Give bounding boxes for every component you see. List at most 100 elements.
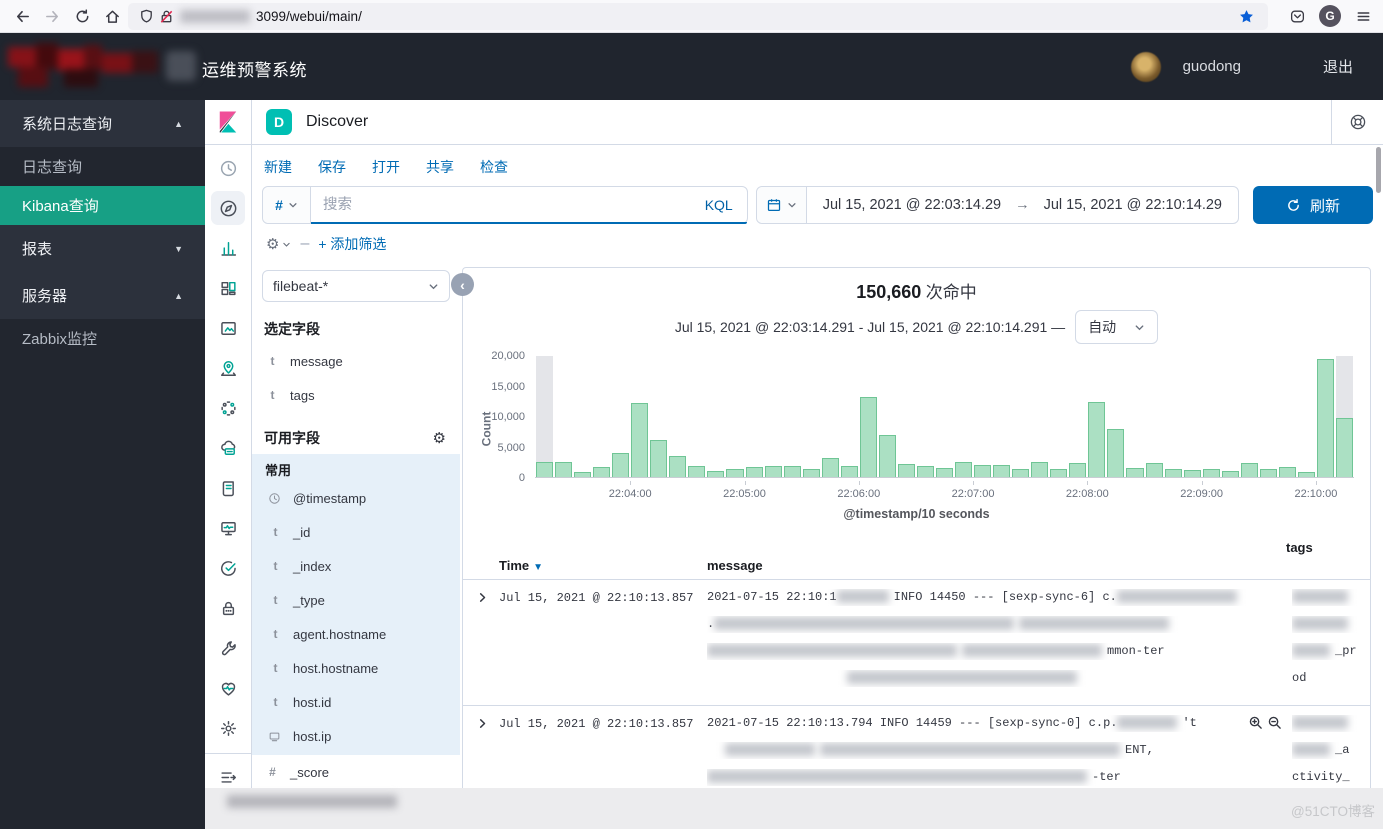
histogram-bar[interactable]: [1240, 356, 1259, 477]
histogram-bar[interactable]: [1259, 356, 1278, 477]
histogram-bar[interactable]: [535, 356, 554, 477]
monitoring-heartbeat-icon[interactable]: [211, 671, 245, 705]
filter-for-value-icon[interactable]: [1248, 715, 1263, 730]
histogram-bar[interactable]: [1164, 356, 1183, 477]
field-item-_score[interactable]: #_score: [262, 755, 450, 789]
sidebar-item-Kibana查询[interactable]: Kibana查询: [0, 186, 205, 225]
sidebar-item-Zabbix监控[interactable]: Zabbix监控: [0, 319, 205, 358]
sidebar-item-服务器[interactable]: 服务器▲: [0, 272, 205, 319]
histogram-bar[interactable]: [1068, 356, 1087, 477]
field-item-host.ip[interactable]: host.ip: [265, 719, 450, 753]
histogram-bar[interactable]: [1335, 356, 1354, 477]
discover-space-badge[interactable]: D: [266, 109, 292, 135]
field-item-agent.hostname[interactable]: tagent.hostname: [265, 617, 450, 651]
histogram-bar[interactable]: [783, 356, 802, 477]
url-text[interactable]: 3099/webui/main/: [256, 9, 362, 24]
dashboard-icon[interactable]: [211, 271, 245, 305]
histogram-bar[interactable]: [821, 356, 840, 477]
histogram-bar[interactable]: [668, 356, 687, 477]
sort-desc-icon[interactable]: ▼: [533, 562, 543, 573]
field-item-@timestamp[interactable]: @timestamp: [265, 481, 450, 515]
kibana-logo[interactable]: [205, 100, 252, 144]
browser-account-avatar[interactable]: G: [1319, 5, 1341, 27]
insecure-lock-icon[interactable]: [156, 4, 176, 30]
apm-monitor-icon[interactable]: [211, 511, 245, 545]
field-item-message[interactable]: tmessage: [262, 344, 450, 378]
canvas-icon[interactable]: [211, 311, 245, 345]
field-item-host.id[interactable]: thost.id: [265, 685, 450, 719]
devtools-wrench-icon[interactable]: [211, 631, 245, 665]
reload-icon[interactable]: [68, 3, 96, 29]
scrollbar-thumb[interactable]: [1376, 147, 1381, 193]
histogram-bar[interactable]: [1221, 356, 1240, 477]
column-header-time[interactable]: Time▼: [499, 534, 707, 579]
histogram-bar[interactable]: [1316, 356, 1335, 477]
help-icon[interactable]: [1331, 100, 1383, 144]
management-gear-icon[interactable]: [211, 711, 245, 745]
index-pattern-select[interactable]: filebeat-*: [262, 270, 450, 302]
histogram-bar[interactable]: [954, 356, 973, 477]
histogram-bar[interactable]: [840, 356, 859, 477]
histogram-bar[interactable]: [1030, 356, 1049, 477]
clock-icon[interactable]: [211, 151, 245, 185]
histogram-bar[interactable]: [859, 356, 878, 477]
share-button[interactable]: 共享: [426, 157, 454, 177]
histogram-bar[interactable]: [725, 356, 744, 477]
user-avatar[interactable]: [1131, 52, 1161, 82]
date-from[interactable]: Jul 15, 2021 @ 22:03:14.29: [823, 197, 1001, 213]
tracking-shield-icon[interactable]: [136, 4, 156, 30]
histogram-bar[interactable]: [973, 356, 992, 477]
histogram-bar[interactable]: [687, 356, 706, 477]
histogram-bar[interactable]: [897, 356, 916, 477]
refresh-button[interactable]: 刷新: [1253, 186, 1373, 224]
histogram-bar[interactable]: [611, 356, 630, 477]
forward-icon[interactable]: [38, 3, 66, 29]
field-item-_index[interactable]: t_index: [265, 549, 450, 583]
filter-settings-gear-icon[interactable]: ⚙: [266, 235, 291, 253]
column-header-tags[interactable]: tags: [1286, 534, 1370, 579]
histogram-bar[interactable]: [745, 356, 764, 477]
histogram-bar[interactable]: [573, 356, 592, 477]
histogram-bar[interactable]: [554, 356, 573, 477]
metrics-cloud-icon[interactable]: [211, 431, 245, 465]
sidebar-item-日志查询[interactable]: 日志查询: [0, 147, 205, 186]
pocket-icon[interactable]: [1283, 3, 1311, 29]
add-filter-link[interactable]: + 添加筛选: [318, 234, 386, 254]
visualize-bar-chart-icon[interactable]: [211, 231, 245, 265]
histogram-bar[interactable]: [1106, 356, 1125, 477]
histogram-bar[interactable]: [992, 356, 1011, 477]
back-icon[interactable]: [8, 3, 36, 29]
sidebar-item-报表[interactable]: 报表▼: [0, 225, 205, 272]
collapse-sidebar-button[interactable]: ‹: [451, 273, 474, 296]
expand-row-button[interactable]: [463, 589, 499, 697]
histogram-bar[interactable]: [916, 356, 935, 477]
search-input[interactable]: [311, 187, 691, 223]
calendar-button[interactable]: [757, 187, 807, 223]
histogram-bar[interactable]: [630, 356, 649, 477]
maps-pin-icon[interactable]: [211, 351, 245, 385]
filter-out-value-icon[interactable]: [1267, 715, 1282, 730]
histogram-bar[interactable]: [706, 356, 725, 477]
inspect-button[interactable]: 检查: [480, 157, 508, 177]
histogram-bar[interactable]: [1202, 356, 1221, 477]
date-to[interactable]: Jul 15, 2021 @ 22:10:14.29: [1044, 197, 1222, 213]
url-bar[interactable]: 3099/webui/main/: [128, 3, 1268, 30]
field-item-_type[interactable]: t_type: [265, 583, 450, 617]
histogram-bar[interactable]: [1145, 356, 1164, 477]
field-item-tags[interactable]: ttags: [262, 378, 450, 412]
home-icon[interactable]: [98, 3, 126, 29]
histogram-bar[interactable]: [1278, 356, 1297, 477]
histogram-bar[interactable]: [764, 356, 783, 477]
menu-hamburger-icon[interactable]: [1349, 3, 1377, 29]
histogram-bar[interactable]: [592, 356, 611, 477]
histogram-bar[interactable]: [1297, 356, 1316, 477]
interval-select[interactable]: 自动: [1075, 310, 1158, 344]
histogram-bar[interactable]: [878, 356, 897, 477]
new-button[interactable]: 新建: [264, 157, 292, 177]
histogram-bar[interactable]: [935, 356, 954, 477]
machine-learning-icon[interactable]: [211, 391, 245, 425]
histogram-bar[interactable]: [1049, 356, 1068, 477]
histogram-bar[interactable]: [1087, 356, 1106, 477]
histogram-bar[interactable]: [1183, 356, 1202, 477]
uptime-check-icon[interactable]: [211, 551, 245, 585]
